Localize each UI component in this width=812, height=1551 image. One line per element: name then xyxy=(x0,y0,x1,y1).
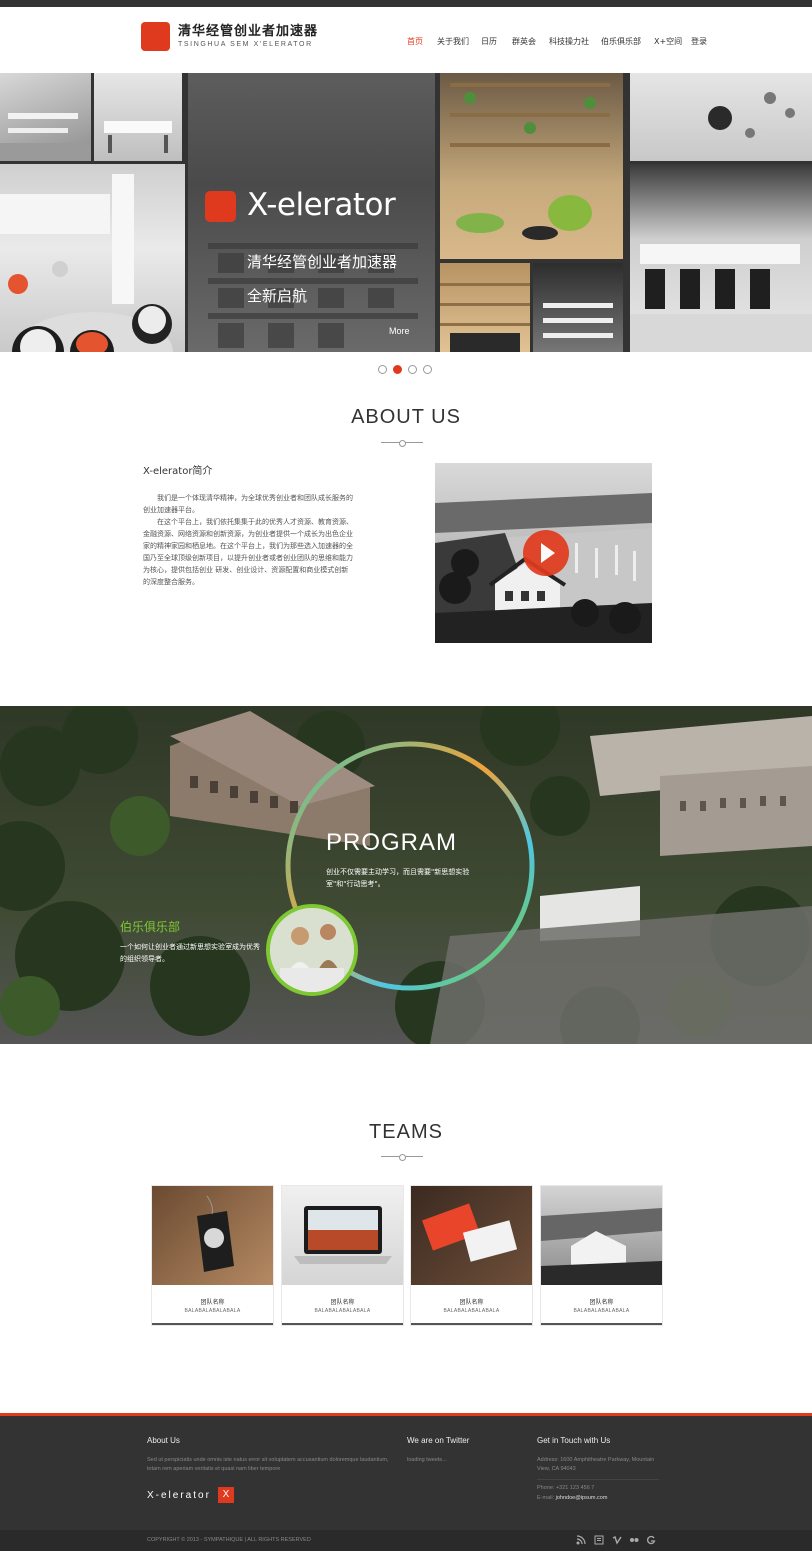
office-photo-4 xyxy=(630,73,812,161)
stairs-photo xyxy=(533,263,623,352)
footer-email-row: E-mail: johndoe@ipsum.com xyxy=(537,1494,607,1503)
club-text: 一个如何让创业者通过新思想实验室成为优秀的组织领导者。 xyxy=(120,943,260,963)
office-photo-2 xyxy=(94,73,182,161)
logo-name-cn: 清华经管创业者加速器 xyxy=(178,24,319,39)
team-sub: BALABALABALABALA xyxy=(314,1308,371,1314)
flickr-icon[interactable] xyxy=(629,1535,639,1545)
teams-section-title: TEAMS xyxy=(369,1121,443,1143)
vimeo-icon[interactable] xyxy=(612,1535,622,1545)
footer-about-title: About Us xyxy=(147,1436,180,1445)
team-card[interactable]: 团队名称 BALABALABALABALA xyxy=(282,1186,403,1325)
team-name: 团队名称 xyxy=(459,1299,484,1306)
nav-about[interactable]: 关于我们 xyxy=(437,36,469,47)
blog-icon[interactable] xyxy=(594,1535,604,1545)
footer-logo-text: X-elerator xyxy=(147,1489,211,1501)
footer-contact-divider xyxy=(537,1479,659,1480)
team-card[interactable]: 团队名称 BALABALABALABALA xyxy=(411,1186,532,1325)
copyright: COPYRIGHT © 2013 - SYMPATHIQUE | ALL RIG… xyxy=(147,1537,311,1543)
about-section-title: ABOUT US xyxy=(351,406,461,428)
hero-more-link[interactable]: More xyxy=(389,326,410,336)
about-divider xyxy=(381,440,423,447)
slider-dots xyxy=(378,365,432,374)
footer-phone: Phone: +321 123 456 7 xyxy=(537,1485,595,1491)
play-button[interactable] xyxy=(523,530,569,576)
library-photo xyxy=(440,263,530,352)
footer-twitter-title: We are on Twitter xyxy=(407,1436,470,1445)
nav-elite[interactable]: 群英会 xyxy=(512,36,536,47)
google-icon[interactable] xyxy=(646,1535,656,1545)
about-paragraph-2: 在这个平台上，我们依托集集于此的优秀人才资源、教育资源、金融资源、网络资源和创新… xyxy=(143,518,353,586)
slider-dot-4[interactable] xyxy=(423,365,432,374)
site-header: 清华经管创业者加速器 TSINGHUA SEM X'ELERATOR 首页 关于… xyxy=(0,7,812,73)
hero-slider: X-elerator 清华经管创业者加速器 全新启航 More xyxy=(0,73,812,352)
lounge-photo xyxy=(440,73,623,259)
team-image xyxy=(152,1186,273,1285)
teams-divider xyxy=(381,1154,423,1161)
slider-dot-3[interactable] xyxy=(408,365,417,374)
nav-tech[interactable]: 科技操力社 xyxy=(549,36,589,47)
footer-email-label: E-mail: xyxy=(537,1495,555,1501)
top-bar xyxy=(0,0,812,7)
logo-text: 清华经管创业者加速器 TSINGHUA SEM X'ELERATOR xyxy=(178,25,318,48)
office-photo-1 xyxy=(0,73,91,161)
program-title: PROGRAM xyxy=(326,829,458,856)
footer-logo-mark: X xyxy=(217,1487,234,1503)
nav-home[interactable]: 首页 xyxy=(407,36,423,47)
team-image xyxy=(541,1186,662,1285)
footer-contact-title: Get in Touch with Us xyxy=(537,1436,611,1445)
about-heading: X-elerator简介 xyxy=(143,466,213,477)
rss-icon[interactable] xyxy=(576,1535,586,1545)
team-sub: BALABALABALABALA xyxy=(184,1308,241,1314)
office-photo-3 xyxy=(0,164,185,352)
footer-bottom-bar xyxy=(0,1530,812,1551)
office-photo-5 xyxy=(630,164,812,352)
logo-name-en: TSINGHUA SEM X'ELERATOR xyxy=(178,41,313,48)
team-name: 团队名称 xyxy=(589,1299,614,1306)
team-name: 团队名称 xyxy=(330,1299,355,1306)
nav-calendar[interactable]: 日历 xyxy=(481,36,497,47)
team-sub: BALABALABALABALA xyxy=(573,1308,630,1314)
team-image xyxy=(282,1186,403,1285)
team-image xyxy=(411,1186,532,1285)
footer-twitter-text: loading tweets... xyxy=(407,1457,447,1463)
nav-club[interactable]: 伯乐俱乐部 xyxy=(601,36,641,47)
hero-subtitle-2: 全新启航 xyxy=(247,287,308,305)
footer-email-link[interactable]: johndoe@ipsum.com xyxy=(556,1495,608,1501)
logo[interactable]: 清华经管创业者加速器 TSINGHUA SEM X'ELERATOR xyxy=(141,22,318,51)
hero-subtitle-1: 清华经管创业者加速器 xyxy=(247,253,398,271)
nav-login[interactable]: 登录 xyxy=(691,36,707,47)
logo-mark xyxy=(141,22,170,51)
footer-address: Address: 1600 Amphitheatre Parkway, Moun… xyxy=(537,1457,655,1472)
team-name: 团队名称 xyxy=(200,1299,225,1306)
hero-logo-mark xyxy=(205,191,236,222)
team-sub: BALABALABALABALA xyxy=(443,1308,500,1314)
footer-about-text: Sed ut perspiciatis unde omnis iste natu… xyxy=(147,1457,389,1472)
slider-dot-2[interactable] xyxy=(393,365,402,374)
club-title: 伯乐俱乐部 xyxy=(120,920,181,934)
about-paragraph-1: 我们是一个体现清华精神，为全球优秀创业者和团队成长服务的创业加速器平台。 xyxy=(143,494,353,514)
team-card[interactable]: 团队名称 BALABALABALABALA xyxy=(541,1186,662,1325)
hero-title: X-elerator xyxy=(247,187,396,223)
nav-space[interactable]: X+空间 xyxy=(654,36,682,47)
team-card[interactable]: 团队名称 BALABALABALABALA xyxy=(152,1186,273,1325)
footer-logo[interactable]: X-elerator X xyxy=(147,1487,234,1503)
program-text: 创业不仅需要主动学习，而且需要"新思想实验室"和"行动思考"。 xyxy=(326,868,470,888)
slider-dot-1[interactable] xyxy=(378,365,387,374)
club-photo[interactable] xyxy=(266,904,358,996)
